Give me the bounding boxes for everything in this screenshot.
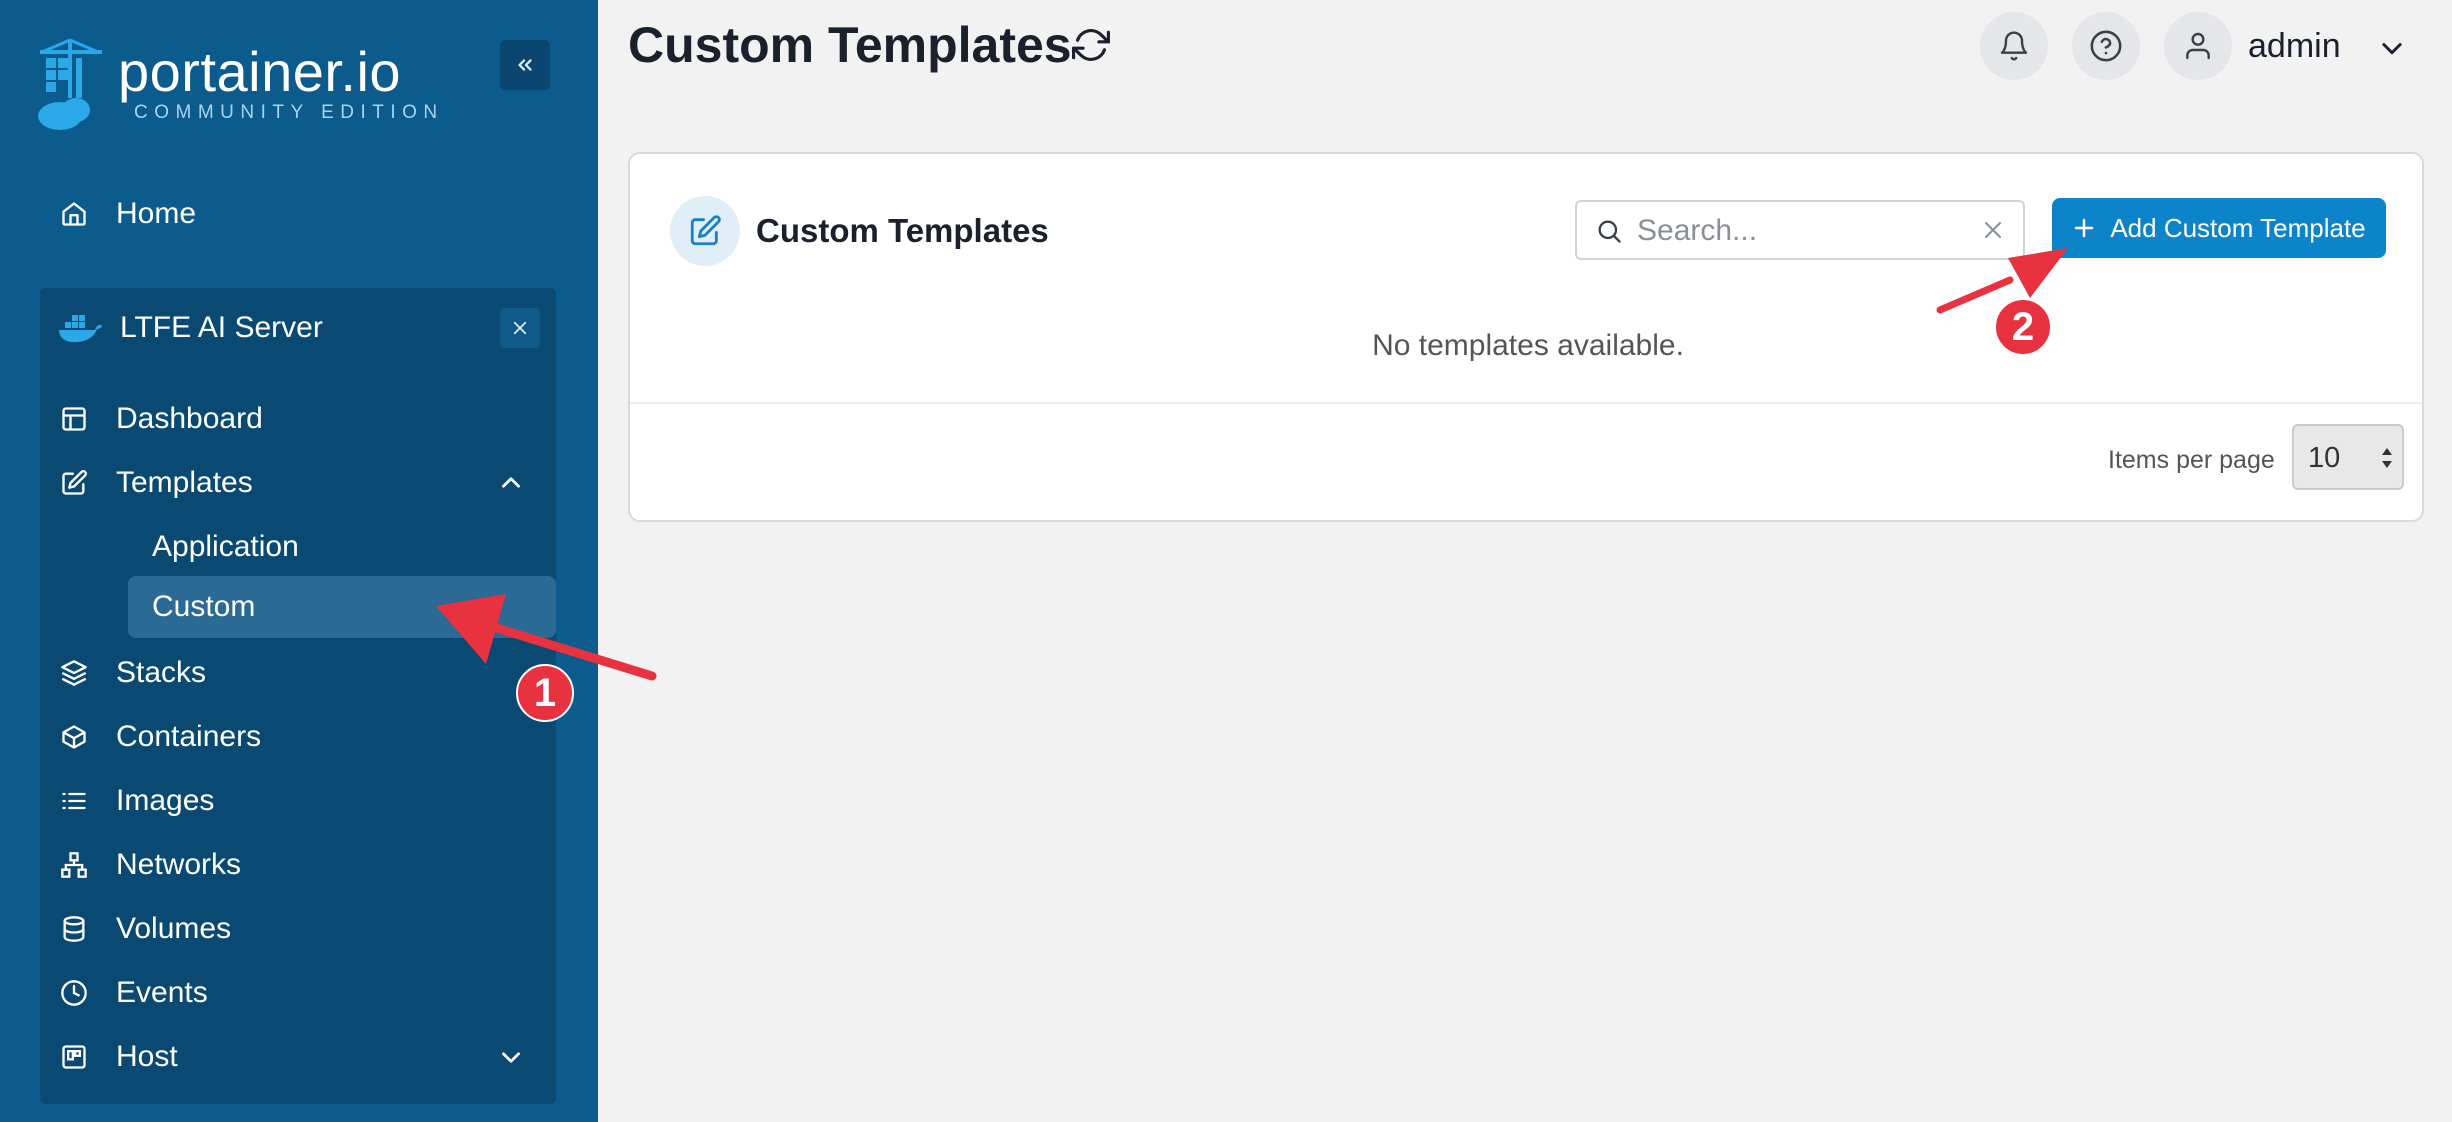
portainer-logo-icon bbox=[38, 38, 102, 130]
docker-icon bbox=[40, 312, 120, 344]
dashboard-icon bbox=[40, 405, 116, 433]
sidebar-item-templates[interactable]: Templates bbox=[40, 452, 556, 514]
sidebar-item-events[interactable]: Events bbox=[40, 962, 556, 1024]
annotation-badge-1: 1 bbox=[516, 664, 574, 722]
brand-name: portainer.io bbox=[118, 40, 402, 103]
layers-icon bbox=[40, 659, 116, 687]
items-per-page-select[interactable]: 10 bbox=[2292, 424, 2404, 490]
chevron-down-icon[interactable] bbox=[2378, 34, 2406, 67]
help-icon bbox=[2090, 30, 2122, 62]
list-icon bbox=[40, 787, 116, 815]
sidebar-item-dashboard[interactable]: Dashboard bbox=[40, 388, 556, 450]
clock-icon bbox=[40, 979, 116, 1007]
sidebar-item-volumes[interactable]: Volumes bbox=[40, 898, 556, 960]
page-title: Custom Templates bbox=[628, 17, 1072, 73]
sidebar-subitem-label: Application bbox=[152, 530, 299, 563]
clear-search-icon[interactable] bbox=[1981, 218, 2005, 242]
sidebar-item-label: Networks bbox=[116, 848, 242, 881]
search-input[interactable] bbox=[1635, 210, 1959, 252]
environment-name: LTFE AI Server bbox=[120, 311, 323, 344]
refresh-icon[interactable] bbox=[1072, 26, 1110, 69]
help-button[interactable] bbox=[2072, 12, 2140, 80]
add-button-label: Add Custom Template bbox=[2110, 212, 2366, 243]
portainer-logo[interactable]: portainer.io COMMUNITY EDITION bbox=[36, 38, 437, 138]
search-box bbox=[1575, 200, 2025, 260]
bell-icon bbox=[2000, 31, 2028, 61]
search-icon bbox=[1598, 220, 1621, 243]
environment-header: LTFE AI Server bbox=[40, 288, 556, 368]
sidebar-item-label: Events bbox=[116, 976, 208, 1009]
edit-icon bbox=[40, 469, 116, 497]
items-per-page-label: Items per page bbox=[2108, 446, 2275, 474]
user-name[interactable]: admin bbox=[2248, 22, 2341, 70]
environment-panel: LTFE AI Server Dashboard Templates Appli… bbox=[40, 288, 556, 1104]
add-custom-template-button[interactable]: Add Custom Template bbox=[2052, 198, 2386, 258]
divider bbox=[630, 402, 2422, 404]
custom-templates-card: Custom Templates Add Custom Template No … bbox=[628, 152, 2424, 522]
edit-icon bbox=[670, 196, 740, 266]
sidebar: portainer.io COMMUNITY EDITION Home LTFE… bbox=[0, 0, 598, 1122]
sidebar-item-label: Containers bbox=[116, 720, 262, 753]
user-avatar[interactable] bbox=[2164, 12, 2232, 80]
plus-icon bbox=[2075, 218, 2094, 238]
user-icon bbox=[2186, 32, 2210, 60]
items-per-page-value: 10 bbox=[2308, 442, 2341, 474]
sidebar-item-home[interactable]: Home bbox=[40, 188, 560, 240]
sidebar-item-label: Host bbox=[116, 1040, 178, 1073]
select-arrows-icon bbox=[2382, 448, 2392, 468]
sidebar-item-label: Images bbox=[116, 784, 215, 817]
chevrons-left-icon bbox=[518, 59, 532, 71]
sidebar-item-containers[interactable]: Containers bbox=[40, 706, 556, 768]
close-environment-button[interactable] bbox=[500, 308, 540, 348]
network-icon bbox=[40, 851, 116, 879]
sidebar-item-label: Dashboard bbox=[116, 402, 263, 435]
annotation-badge-2: 2 bbox=[1994, 298, 2052, 356]
sidebar-item-label: Stacks bbox=[116, 656, 207, 689]
card-title: Custom Templates bbox=[756, 212, 1049, 249]
host-icon bbox=[40, 1043, 116, 1071]
chevron-down-icon[interactable] bbox=[498, 1044, 524, 1070]
sidebar-subitem-label: Custom bbox=[152, 590, 256, 623]
sidebar-subitem-custom[interactable]: Custom bbox=[128, 576, 556, 638]
sidebar-item-label: Volumes bbox=[116, 912, 232, 945]
home-icon bbox=[40, 200, 116, 228]
brand-edition: COMMUNITY EDITION bbox=[134, 102, 444, 123]
close-icon bbox=[513, 321, 527, 335]
box-icon bbox=[40, 723, 116, 751]
database-icon bbox=[40, 915, 116, 943]
sidebar-item-images[interactable]: Images bbox=[40, 770, 556, 832]
sidebar-item-label: Home bbox=[116, 197, 197, 230]
collapse-sidebar-button[interactable] bbox=[500, 40, 550, 90]
sidebar-item-stacks[interactable]: Stacks bbox=[40, 642, 556, 704]
notifications-button[interactable] bbox=[1980, 12, 2048, 80]
sidebar-item-label: Templates bbox=[116, 466, 253, 499]
empty-message: No templates available. bbox=[1372, 329, 1684, 362]
sidebar-item-networks[interactable]: Networks bbox=[40, 834, 556, 896]
sidebar-item-host[interactable]: Host bbox=[40, 1026, 556, 1088]
chevron-up-icon[interactable] bbox=[498, 470, 524, 496]
sidebar-subitem-application[interactable]: Application bbox=[128, 516, 556, 578]
